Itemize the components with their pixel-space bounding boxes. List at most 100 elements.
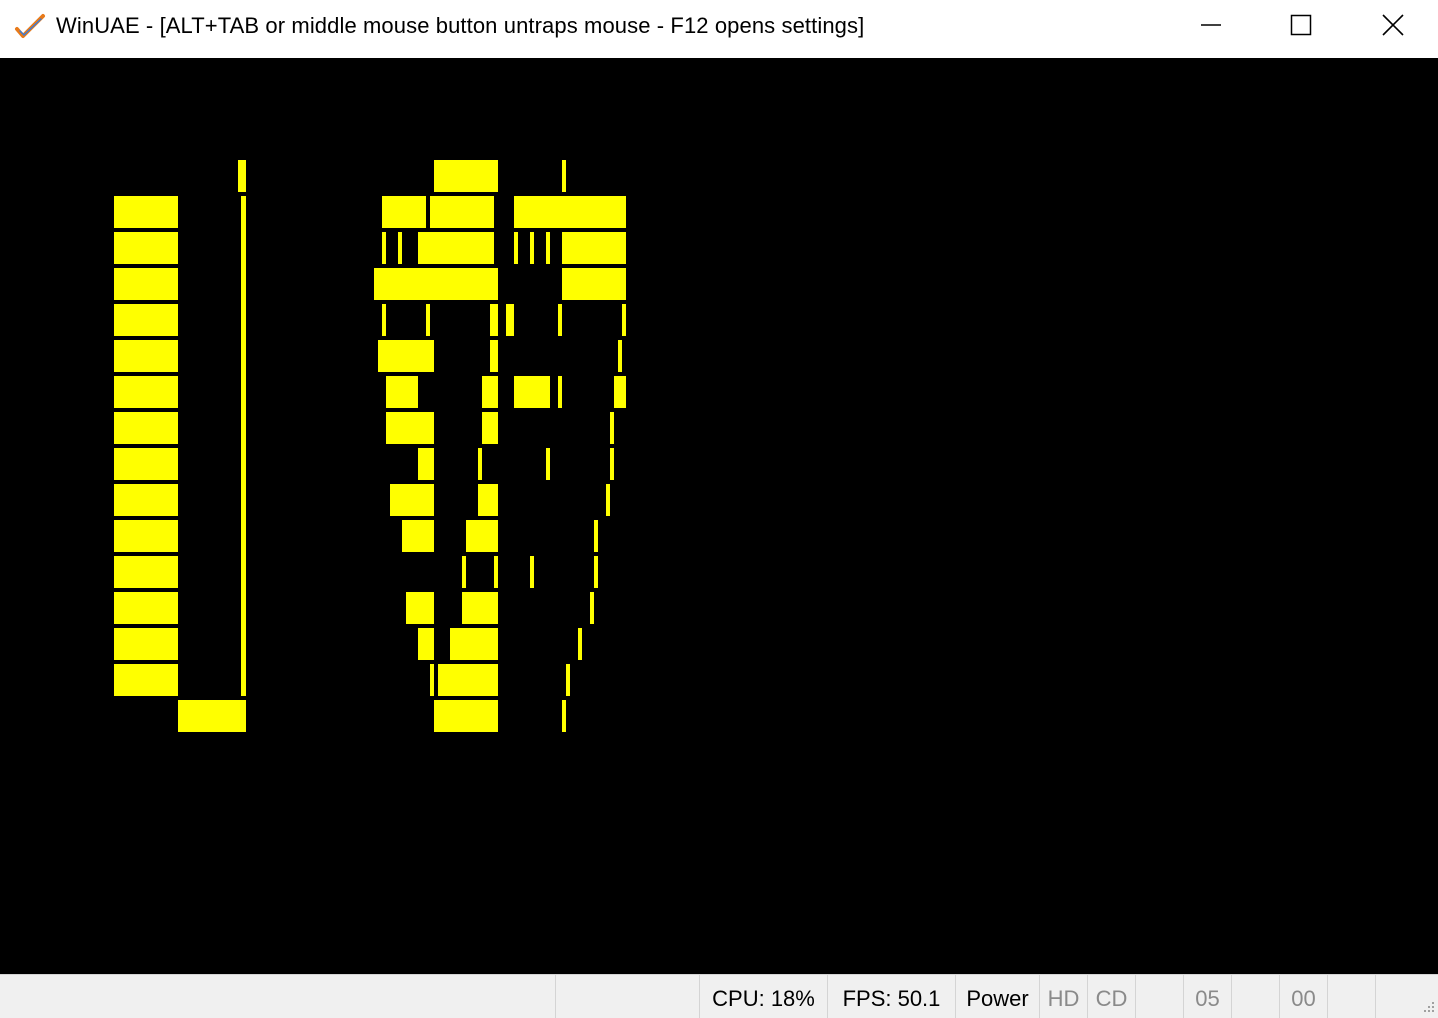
status-power-led: Power — [956, 975, 1040, 1018]
glitch-block — [466, 520, 498, 552]
glitch-block — [241, 664, 246, 696]
emulator-graphics — [114, 160, 626, 732]
glitch-block — [114, 196, 178, 228]
glitch-block — [434, 700, 498, 732]
glitch-block — [241, 448, 246, 484]
glitch-block — [398, 232, 402, 264]
glitch-block — [478, 448, 482, 480]
glitch-block — [406, 592, 434, 624]
glitch-block — [562, 160, 566, 192]
status-cd-led: CD — [1088, 975, 1136, 1018]
glitch-block — [114, 376, 178, 408]
glitch-block — [434, 160, 498, 192]
winuae-checkmark-icon — [14, 12, 46, 42]
glitch-block — [390, 484, 434, 516]
glitch-block — [494, 556, 498, 588]
glitch-block — [514, 376, 550, 408]
glitch-block — [594, 556, 598, 588]
glitch-block — [418, 448, 434, 480]
status-df1-track: 00 — [1280, 975, 1328, 1018]
glitch-block — [482, 412, 498, 444]
glitch-block — [562, 700, 566, 732]
glitch-block — [382, 196, 426, 228]
window-title: WinUAE - [ALT+TAB or middle mouse button… — [56, 13, 865, 38]
glitch-block — [514, 196, 626, 228]
glitch-block — [594, 520, 598, 552]
glitch-block — [114, 340, 178, 372]
glitch-block — [546, 232, 550, 264]
minimize-button[interactable] — [1166, 0, 1256, 54]
glitch-block — [490, 304, 498, 336]
status-cpu: CPU: 18% — [700, 975, 828, 1018]
glitch-block — [506, 304, 514, 336]
glitch-block — [382, 304, 386, 336]
glitch-block — [114, 268, 178, 300]
glitch-block — [241, 520, 246, 556]
glitch-block — [241, 628, 246, 664]
glitch-block — [462, 592, 498, 624]
glitch-block — [241, 484, 246, 520]
glitch-block — [418, 232, 494, 264]
glitch-block — [418, 628, 434, 660]
status-df0-track: 05 — [1184, 975, 1232, 1018]
maximize-button[interactable] — [1256, 0, 1346, 54]
glitch-block — [478, 484, 498, 516]
status-fps: FPS: 50.1 — [828, 975, 956, 1018]
glitch-block — [578, 628, 582, 660]
glitch-block — [610, 448, 614, 480]
status-hd-led: HD — [1040, 975, 1088, 1018]
glitch-block — [378, 340, 434, 372]
glitch-block — [546, 448, 550, 480]
title-bar[interactable]: WinUAE - [ALT+TAB or middle mouse button… — [0, 0, 1438, 58]
glitch-block — [114, 448, 178, 480]
close-icon — [1381, 13, 1405, 42]
glitch-block — [590, 592, 594, 624]
glitch-block — [382, 232, 386, 264]
status-blank-2 — [556, 975, 700, 1018]
glitch-block — [114, 520, 178, 552]
minimize-icon — [1200, 14, 1222, 41]
glitch-block — [450, 628, 498, 660]
close-button[interactable] — [1348, 0, 1438, 54]
glitch-block — [530, 232, 534, 264]
resize-grip-icon[interactable] — [1418, 998, 1436, 1016]
emulator-display[interactable] — [0, 58, 1438, 974]
status-df0-led — [1136, 975, 1184, 1018]
glitch-block — [610, 412, 614, 444]
glitch-block — [241, 340, 246, 376]
glitch-block — [241, 196, 246, 232]
glitch-block — [114, 412, 178, 444]
glitch-block — [114, 484, 178, 516]
glitch-block — [430, 196, 494, 228]
glitch-block — [618, 340, 622, 372]
glitch-block — [386, 376, 418, 408]
glitch-block — [241, 412, 246, 448]
glitch-block — [114, 304, 178, 336]
glitch-block — [562, 232, 626, 264]
glitch-block — [558, 304, 562, 336]
status-bar: CPU: 18% FPS: 50.1 Power HD CD 05 00 — [0, 974, 1438, 1018]
glitch-block — [438, 664, 498, 696]
glitch-block — [114, 556, 178, 588]
glitch-block — [562, 268, 626, 300]
glitch-block — [462, 556, 466, 588]
glitch-block — [386, 412, 434, 444]
glitch-block — [558, 376, 562, 408]
glitch-block — [114, 232, 178, 264]
glitch-block — [241, 592, 246, 628]
maximize-icon — [1290, 14, 1312, 41]
status-blank-3 — [1328, 975, 1376, 1018]
glitch-block — [490, 340, 498, 372]
glitch-block — [241, 556, 246, 592]
glitch-block — [622, 304, 626, 336]
status-blank-1 — [0, 975, 556, 1018]
glitch-block — [426, 304, 430, 336]
glitch-block — [238, 160, 246, 192]
glitch-block — [530, 556, 534, 588]
glitch-block — [241, 232, 246, 268]
glitch-block — [374, 268, 498, 300]
glitch-block — [566, 664, 570, 696]
winuae-window: WinUAE - [ALT+TAB or middle mouse button… — [0, 0, 1438, 1018]
glitch-block — [402, 520, 434, 552]
glitch-block — [606, 484, 610, 516]
